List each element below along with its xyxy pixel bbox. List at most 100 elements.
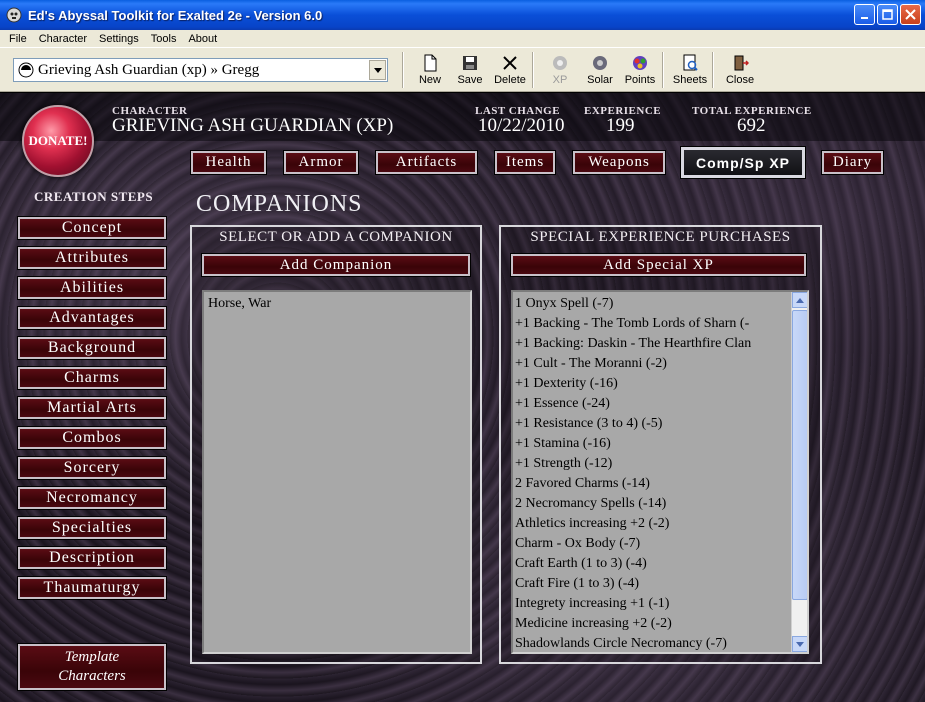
special-xp-panel: SPECIAL EXPERIENCE PURCHASES Add Special… (499, 225, 822, 664)
scroll-up-icon[interactable] (792, 292, 807, 308)
step-necromancy[interactable]: Necromancy (17, 486, 167, 510)
list-item[interactable]: Craft Earth (1 to 3) (-4) (515, 554, 789, 574)
list-item[interactable]: Shadowlands Circle Necromancy (-7) (515, 634, 789, 652)
toolbar-separator (712, 52, 714, 88)
tab-health[interactable]: Health (190, 150, 267, 175)
close-icon (901, 5, 920, 24)
toolbar-separator (662, 52, 664, 88)
template-characters-button[interactable]: Template Characters (17, 643, 167, 691)
companion-list[interactable]: Horse, War (202, 290, 472, 654)
list-item[interactable]: +1 Cult - The Moranni (-2) (515, 354, 789, 374)
companions-panel: SELECT OR ADD A COMPANION Add Companion … (190, 225, 482, 664)
menu-tools[interactable]: Tools (145, 33, 183, 45)
scrollbar[interactable] (791, 292, 807, 652)
experience-value: 199 (606, 115, 635, 136)
step-description[interactable]: Description (17, 546, 167, 570)
scroll-down-icon[interactable] (792, 636, 807, 652)
list-item[interactable]: +1 Resistance (3 to 4) (-5) (515, 414, 789, 434)
solar-gear-icon (593, 56, 607, 70)
save-button[interactable]: Save (450, 52, 490, 90)
character-select-value: Grieving Ash Guardian (xp) » Gregg (38, 61, 260, 78)
points-icon (633, 56, 647, 70)
maximize-button[interactable] (877, 4, 898, 25)
minimize-button[interactable] (854, 4, 875, 25)
tab-armor[interactable]: Armor (283, 150, 359, 175)
xp-gear-icon (553, 56, 567, 70)
last-change-value: 10/22/2010 (478, 115, 565, 136)
step-concept[interactable]: Concept (17, 216, 167, 240)
list-item[interactable]: Horse, War (208, 296, 271, 312)
list-item[interactable]: +1 Backing - The Tomb Lords of Sharn (- (515, 314, 789, 334)
step-combos[interactable]: Combos (17, 426, 167, 450)
solar-button[interactable]: Solar (580, 52, 620, 90)
close-button[interactable]: Close (720, 52, 760, 90)
list-item[interactable]: +1 Essence (-24) (515, 394, 789, 414)
menu-bar: File Character Settings Tools About (0, 30, 925, 48)
maximize-icon (878, 5, 897, 24)
donate-label: DONATE! (28, 133, 88, 148)
toolbar: Grieving Ash Guardian (xp) » Gregg New S… (0, 48, 925, 92)
donate-button[interactable]: DONATE! (22, 105, 94, 177)
points-button[interactable]: Points (620, 52, 660, 90)
step-advantages[interactable]: Advantages (17, 306, 167, 330)
step-abilities[interactable]: Abilities (17, 276, 167, 300)
new-file-icon (424, 54, 437, 72)
list-item[interactable]: Athletics increasing +2 (-2) (515, 514, 789, 534)
toolbar-separator (402, 52, 404, 88)
sheets-icon (683, 54, 698, 71)
special-xp-list[interactable]: 1 Onyx Spell (-7) +1 Backing - The Tomb L… (511, 290, 809, 654)
special-xp-items: 1 Onyx Spell (-7) +1 Backing - The Tomb L… (515, 294, 789, 652)
delete-x-icon (503, 56, 517, 70)
list-item[interactable]: Integrety increasing +1 (-1) (515, 594, 789, 614)
delete-button[interactable]: Delete (490, 52, 530, 90)
xp-button[interactable]: XP (540, 52, 580, 90)
tab-diary[interactable]: Diary (821, 150, 884, 175)
new-button[interactable]: New (410, 52, 450, 90)
character-select[interactable]: Grieving Ash Guardian (xp) » Gregg (13, 58, 388, 82)
tab-artifacts[interactable]: Artifacts (375, 150, 478, 175)
step-thaumaturgy[interactable]: Thaumaturgy (17, 576, 167, 600)
app-icon (6, 7, 22, 23)
close-window-button[interactable] (900, 4, 921, 25)
list-item[interactable]: +1 Dexterity (-16) (515, 374, 789, 394)
list-item[interactable]: +1 Stamina (-16) (515, 434, 789, 454)
app-canvas: DONATE! CHARACTER GRIEVING ASH GUARDIAN … (0, 93, 925, 702)
sheets-button[interactable]: Sheets (670, 52, 710, 90)
toolbar-separator (532, 52, 534, 88)
step-specialties[interactable]: Specialties (17, 516, 167, 540)
list-item[interactable]: 1 Onyx Spell (-7) (515, 294, 789, 314)
add-companion-button[interactable]: Add Companion (201, 253, 471, 277)
chevron-down-icon[interactable] (369, 60, 386, 80)
list-item[interactable]: Charm - Ox Body (-7) (515, 534, 789, 554)
menu-file[interactable]: File (3, 33, 33, 45)
menu-about[interactable]: About (182, 33, 223, 45)
character-name: GRIEVING ASH GUARDIAN (XP) (112, 115, 394, 136)
tab-weapons[interactable]: Weapons (572, 150, 666, 175)
list-item[interactable]: 2 Necromancy Spells (-14) (515, 494, 789, 514)
total-experience-value: 692 (737, 115, 766, 136)
minimize-icon (855, 5, 874, 24)
scroll-thumb[interactable] (792, 310, 807, 600)
list-item[interactable]: 2 Favored Charms (-14) (515, 474, 789, 494)
tab-items[interactable]: Items (494, 150, 556, 175)
list-item[interactable]: +1 Backing: Daskin - The Hearthfire Clan (515, 334, 789, 354)
companions-title: SELECT OR ADD A COMPANION (219, 229, 453, 245)
step-martial-arts[interactable]: Martial Arts (17, 396, 167, 420)
tab-comp-sp-xp[interactable]: Comp/Sp XP (680, 146, 806, 179)
step-background[interactable]: Background (17, 336, 167, 360)
menu-character[interactable]: Character (33, 33, 93, 45)
menu-settings[interactable]: Settings (93, 33, 145, 45)
title-bar: Ed's Abyssal Toolkit for Exalted 2e - Ve… (0, 0, 925, 30)
list-item[interactable]: Medicine increasing +2 (-2) (515, 614, 789, 634)
page-title: COMPANIONS (196, 191, 363, 217)
step-charms[interactable]: Charms (17, 366, 167, 390)
creation-steps-title: CREATION STEPS (34, 189, 154, 204)
list-item[interactable]: Craft Fire (1 to 3) (-4) (515, 574, 789, 594)
step-attributes[interactable]: Attributes (17, 246, 167, 270)
character-icon (18, 62, 34, 78)
save-disk-icon (463, 56, 477, 70)
step-sorcery[interactable]: Sorcery (17, 456, 167, 480)
add-special-xp-button[interactable]: Add Special XP (510, 253, 807, 277)
exit-door-icon (734, 55, 749, 71)
list-item[interactable]: +1 Strength (-12) (515, 454, 789, 474)
